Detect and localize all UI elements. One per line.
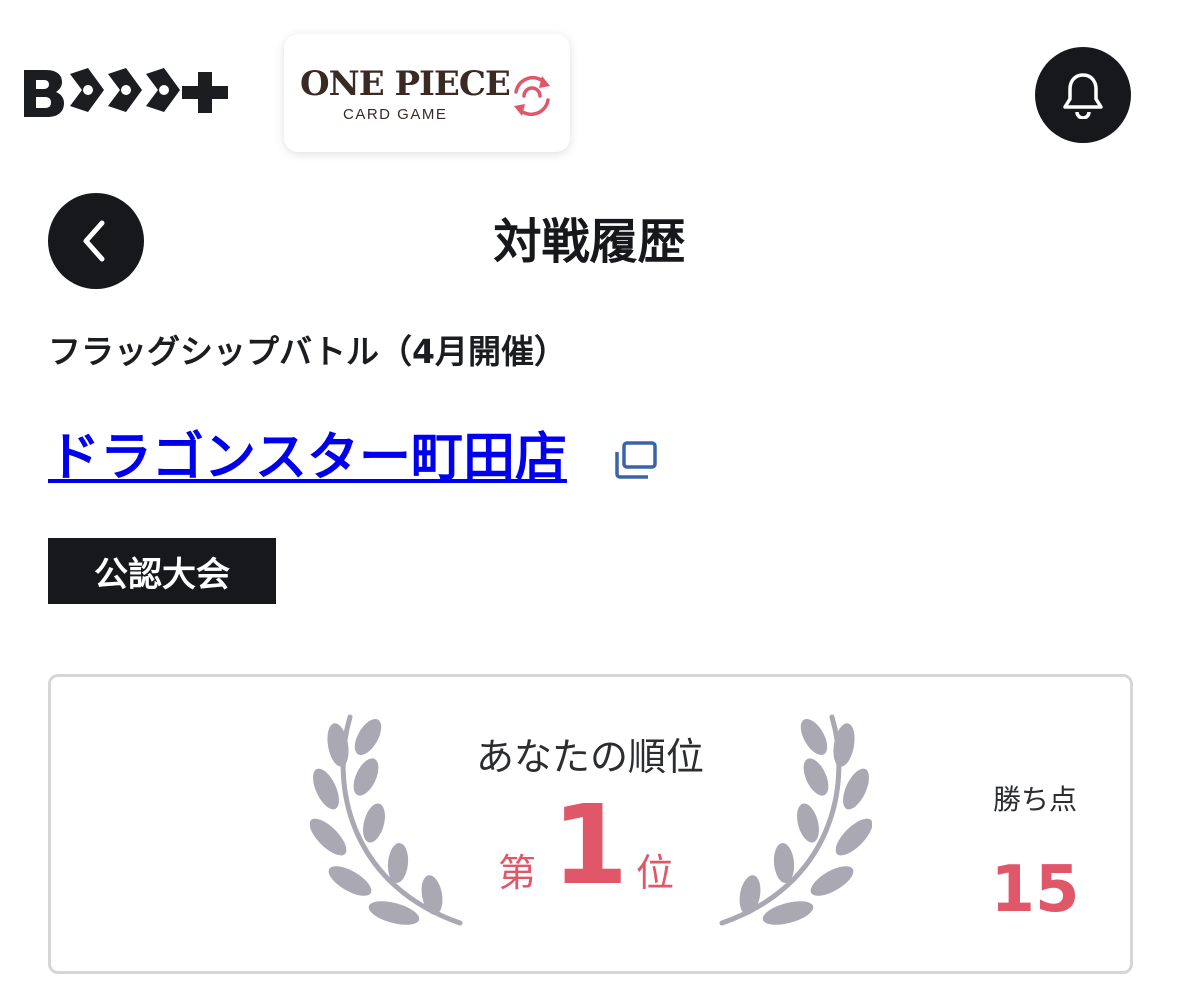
page-title: 対戦履歴	[493, 214, 686, 270]
external-link-icon[interactable]	[612, 440, 658, 480]
rank-caption: あなたの順位	[475, 735, 704, 779]
points-label: 勝ち点	[992, 783, 1077, 816]
game-logo-subtitle: CARD GAME	[343, 106, 448, 123]
rank-value: 1	[551, 781, 629, 909]
rank-suffix: 位	[636, 851, 675, 895]
store-link[interactable]: ドラゴンスター町田店	[48, 424, 567, 492]
game-logo-title: ONE PIECE	[300, 64, 511, 104]
official-tournament-badge: 公認大会	[48, 538, 276, 604]
bandai-tcg-plus-logo[interactable]	[22, 66, 236, 120]
points-value: 15	[990, 853, 1080, 927]
bell-icon	[1063, 73, 1103, 119]
notification-button[interactable]	[1035, 47, 1131, 143]
one-piece-card-game-logo[interactable]: ONE PIECE CARD GAME	[284, 34, 570, 152]
rank-prefix: 第	[498, 851, 537, 895]
cycle-arrows-icon	[514, 75, 550, 117]
event-name: フラッグシップバトル（4月開催）	[48, 332, 567, 371]
